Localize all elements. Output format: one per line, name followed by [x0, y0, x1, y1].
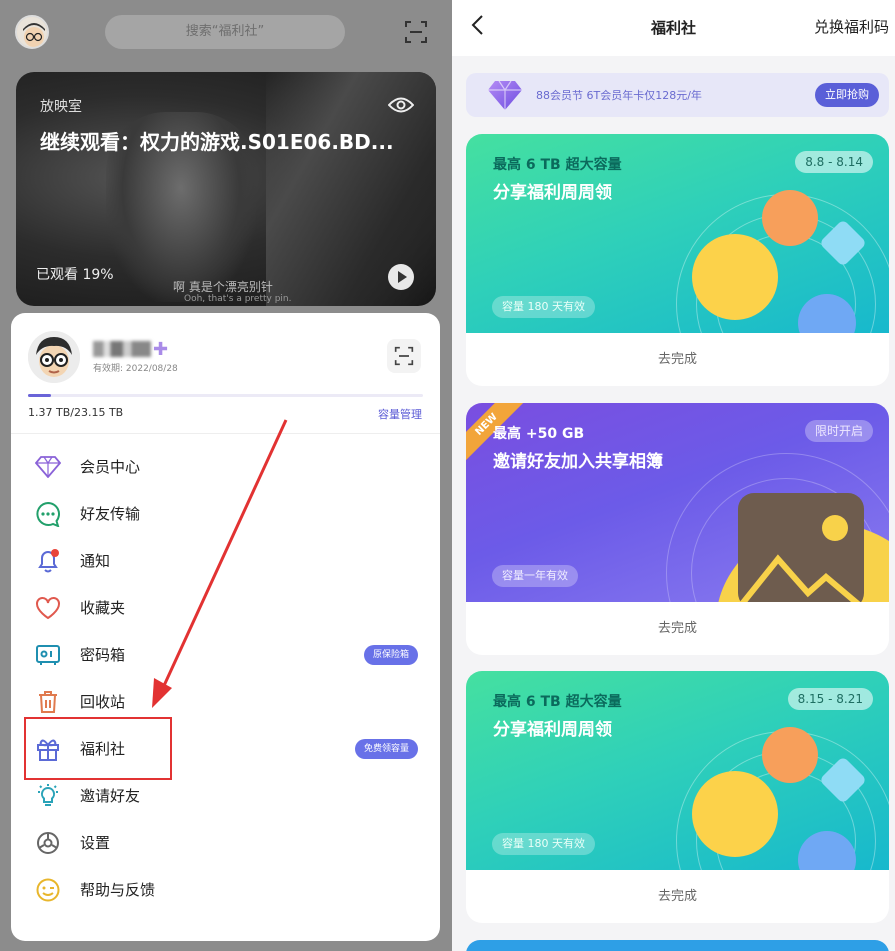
card-heading: 分享福利周周领	[493, 720, 612, 740]
card-validity: 容量 180 天有效	[492, 296, 595, 318]
welfare-card-banner: 最高 6 TB 超大容量 分享福利周周领 8.15 - 8.21 容量 180 …	[466, 671, 889, 870]
go-complete-button[interactable]: 去完成	[466, 602, 889, 655]
card-heading: 分享福利周周领	[493, 183, 612, 203]
card-date-badge: 限时开启	[804, 420, 873, 442]
promo-banner[interactable]: 88会员节 6T会员年卡仅128元/年 立即抢购	[466, 73, 889, 117]
go-complete-button[interactable]: 去完成	[466, 333, 889, 386]
welfare-card: 最高 6 TB 超大容量 分享福利周周领 8.8 - 8.14 容量 180 天…	[466, 134, 889, 386]
card-validity: 容量一年有效	[492, 565, 578, 587]
mountain-icon	[739, 554, 861, 602]
card-validity: 容量 180 天有效	[492, 833, 595, 855]
card-caption: 最高 6 TB 超大容量	[493, 157, 622, 173]
redeem-code-link[interactable]: 兑换福利码	[814, 16, 889, 37]
screenshot-root: 搜索“福利社” 放映室 继续观看：权力的游戏.S01E06.BD... 已观看 …	[0, 0, 895, 951]
welfare-card-banner: NEW 最高 +50 GB 邀请好友加入共享相簿 限时开启 容量一年有效	[466, 403, 889, 602]
card-caption: 最高 6 TB 超大容量	[493, 694, 622, 710]
diamond-icon	[488, 80, 522, 110]
welfare-club-screen: 福利社 兑换福利码 88会员节 6T会员年卡仅128元/年 立即抢购 最高 6 …	[452, 0, 895, 951]
top-nav-bar: 福利社 兑换福利码	[452, 0, 895, 56]
card-date-badge: 8.8 - 8.14	[795, 151, 873, 173]
go-complete-button[interactable]: 去完成	[466, 870, 889, 923]
card-heading: 邀请好友加入共享相簿	[493, 452, 663, 472]
buy-now-button[interactable]: 立即抢购	[815, 83, 879, 107]
card-date-badge: 8.15 - 8.21	[787, 688, 873, 710]
welfare-card: 最高 6 TB 超大容量 分享福利周周领 8.15 - 8.21 容量 180 …	[466, 671, 889, 923]
welfare-card-banner: 最高 6 TB 超大容量 分享福利周周领 8.8 - 8.14 容量 180 天…	[466, 134, 889, 333]
next-card-peek	[466, 940, 889, 951]
card-caption: 最高 +50 GB	[493, 426, 585, 442]
promo-text: 88会员节 6T会员年卡仅128元/年	[536, 89, 702, 102]
welfare-card: NEW 最高 +50 GB 邀请好友加入共享相簿 限时开启 容量一年有效 去完成	[466, 403, 889, 655]
annotation-arrow-icon	[152, 419, 288, 708]
